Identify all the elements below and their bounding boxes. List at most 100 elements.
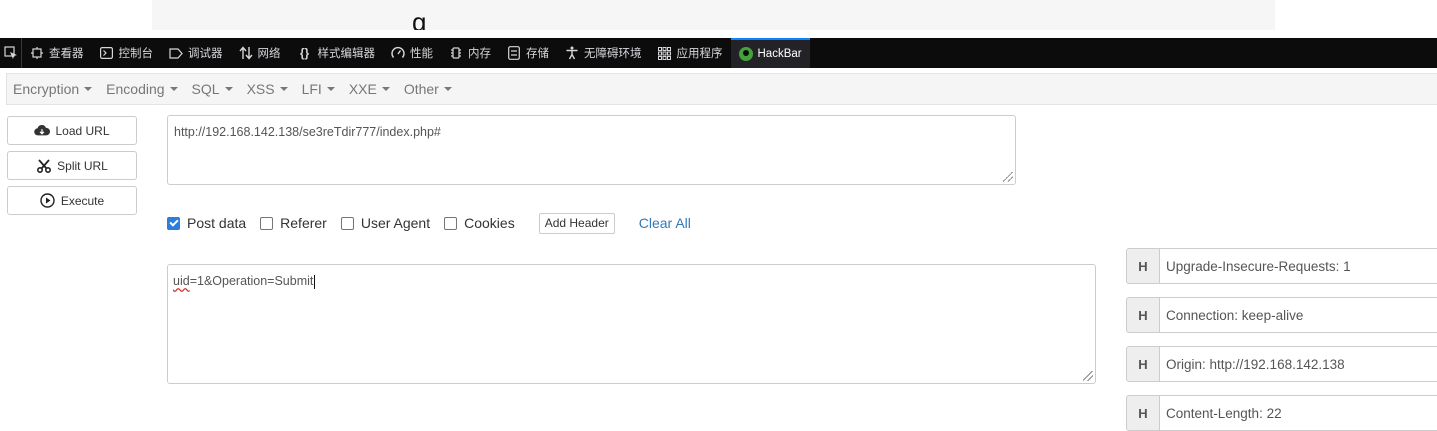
- performance-icon: [391, 46, 405, 60]
- add-header-button[interactable]: Add Header: [538, 212, 615, 234]
- hackbar-menu-bar: Encryption Encoding SQL XSS LFI XXE Othe…: [6, 73, 1437, 105]
- menu-label: Encryption: [13, 81, 80, 97]
- header-row: H Connection: keep-alive: [1126, 297, 1437, 333]
- page-partial-text: g: [412, 14, 427, 30]
- menu-lfi[interactable]: LFI: [302, 81, 335, 97]
- tab-label: 无障碍环境: [584, 48, 642, 60]
- memory-icon: [449, 46, 463, 60]
- url-input[interactable]: http://192.168.142.138/se3reTdir777/inde…: [167, 115, 1016, 185]
- tab-style-editor[interactable]: {} 样式编辑器: [289, 38, 384, 68]
- caret-down-icon: [443, 87, 452, 91]
- checkbox-icon: [340, 216, 354, 230]
- cookies-checkbox[interactable]: Cookies: [444, 215, 515, 231]
- devtools-toolbar: 查看器 控制台 调试器 网络 {} 样式编辑器 性能 内存 存储 无障碍环境 应…: [0, 38, 1437, 68]
- header-row: H Upgrade-Insecure-Requests: 1: [1126, 248, 1437, 284]
- request-options: Post data Referer User Agent Cookies Add…: [167, 211, 691, 235]
- checkbox-label: Cookies: [464, 215, 515, 231]
- tab-accessibility[interactable]: 无障碍环境: [557, 38, 650, 68]
- tab-label: 调试器: [188, 48, 223, 60]
- checkbox-icon: [444, 216, 458, 230]
- accessibility-icon: [565, 46, 579, 60]
- debugger-icon: [169, 46, 183, 60]
- tab-label: 存储: [526, 48, 549, 60]
- page-content-area: [152, 0, 1275, 30]
- tab-label: 查看器: [49, 48, 84, 60]
- checkbox-label: Post data: [187, 215, 247, 231]
- checkbox-label: User Agent: [360, 215, 431, 231]
- post-data-checkbox[interactable]: Post data: [167, 215, 246, 231]
- element-picker-icon[interactable]: [0, 38, 22, 68]
- tab-label: HackBar: [757, 48, 802, 60]
- page-content-strip: g: [0, 0, 1437, 38]
- tab-memory[interactable]: 内存: [441, 38, 499, 68]
- cloud-download-icon: [34, 124, 51, 138]
- tab-performance[interactable]: 性能: [383, 38, 441, 68]
- header-row: H Content-Length: 22: [1126, 395, 1437, 431]
- menu-other[interactable]: Other: [404, 81, 452, 97]
- menu-label: LFI: [301, 81, 322, 97]
- menu-label: SQL: [191, 81, 220, 97]
- url-value: http://192.168.142.138/se3reTdir777/inde…: [174, 125, 441, 139]
- caret-down-icon: [381, 87, 390, 91]
- header-tag: H: [1126, 395, 1160, 431]
- tab-debugger[interactable]: 调试器: [161, 38, 231, 68]
- tab-hackbar[interactable]: HackBar: [730, 38, 810, 68]
- network-icon: [238, 46, 253, 60]
- tab-label: 内存: [468, 48, 491, 60]
- tab-label: 应用程序: [676, 48, 723, 60]
- tab-label: 性能: [410, 48, 433, 60]
- execute-button[interactable]: Execute: [7, 186, 137, 215]
- tab-label: 控制台: [118, 48, 154, 60]
- tab-label: 样式编辑器: [317, 48, 376, 60]
- header-value-input[interactable]: Content-Length: 22: [1160, 395, 1437, 431]
- storage-icon: [507, 46, 521, 60]
- header-row: H Origin: http://192.168.142.138: [1126, 346, 1437, 382]
- header-value-input[interactable]: Origin: http://192.168.142.138: [1160, 346, 1437, 382]
- caret-down-icon: [224, 87, 233, 91]
- split-url-button[interactable]: Split URL: [7, 151, 137, 180]
- post-data-value: =1&Operation=Submit: [189, 274, 314, 288]
- menu-xss[interactable]: XSS: [247, 81, 288, 97]
- referer-checkbox[interactable]: Referer: [260, 215, 327, 231]
- tab-label: 网络: [257, 48, 281, 60]
- menu-label: Encoding: [106, 81, 165, 97]
- resize-handle-icon[interactable]: [1083, 371, 1093, 381]
- tab-inspector[interactable]: 查看器: [22, 38, 92, 68]
- caret-down-icon: [279, 87, 288, 91]
- header-tag: H: [1126, 297, 1160, 333]
- hackbar-logo-icon: [738, 47, 753, 61]
- tab-console[interactable]: 控制台: [92, 38, 162, 68]
- header-tag: H: [1126, 346, 1160, 382]
- user-agent-checkbox[interactable]: User Agent: [340, 215, 431, 231]
- play-circle-icon: [40, 193, 56, 208]
- post-data-input[interactable]: uid=1&Operation=Submit: [167, 264, 1096, 384]
- console-icon: [100, 46, 114, 60]
- caret-down-icon: [326, 87, 335, 91]
- inspector-icon: [30, 46, 44, 60]
- application-icon: [658, 46, 672, 60]
- header-value-input[interactable]: Connection: keep-alive: [1160, 297, 1437, 333]
- load-url-button[interactable]: Load URL: [7, 116, 137, 145]
- tab-application[interactable]: 应用程序: [650, 38, 731, 68]
- button-label: Split URL: [57, 158, 108, 173]
- scissors-icon: [36, 158, 52, 173]
- caret-down-icon: [169, 87, 178, 91]
- tab-network[interactable]: 网络: [231, 38, 289, 68]
- menu-label: XXE: [348, 81, 377, 97]
- menu-xxe[interactable]: XXE: [349, 81, 390, 97]
- style-editor-icon: {}: [299, 46, 310, 60]
- tab-storage[interactable]: 存储: [499, 38, 557, 68]
- menu-encryption[interactable]: Encryption: [13, 81, 93, 97]
- checkbox-icon: [260, 216, 274, 230]
- button-label: Execute: [60, 193, 105, 208]
- menu-label: Other: [403, 81, 439, 97]
- clear-all-link[interactable]: Clear All: [639, 215, 691, 231]
- menu-sql[interactable]: SQL: [192, 81, 233, 97]
- checkbox-label: Referer: [280, 215, 327, 231]
- header-tag: H: [1126, 248, 1160, 284]
- caret-down-icon: [84, 87, 93, 91]
- menu-label: XSS: [246, 81, 275, 97]
- menu-encoding[interactable]: Encoding: [106, 81, 178, 97]
- resize-handle-icon[interactable]: [1003, 172, 1013, 182]
- header-value-input[interactable]: Upgrade-Insecure-Requests: 1: [1160, 248, 1437, 284]
